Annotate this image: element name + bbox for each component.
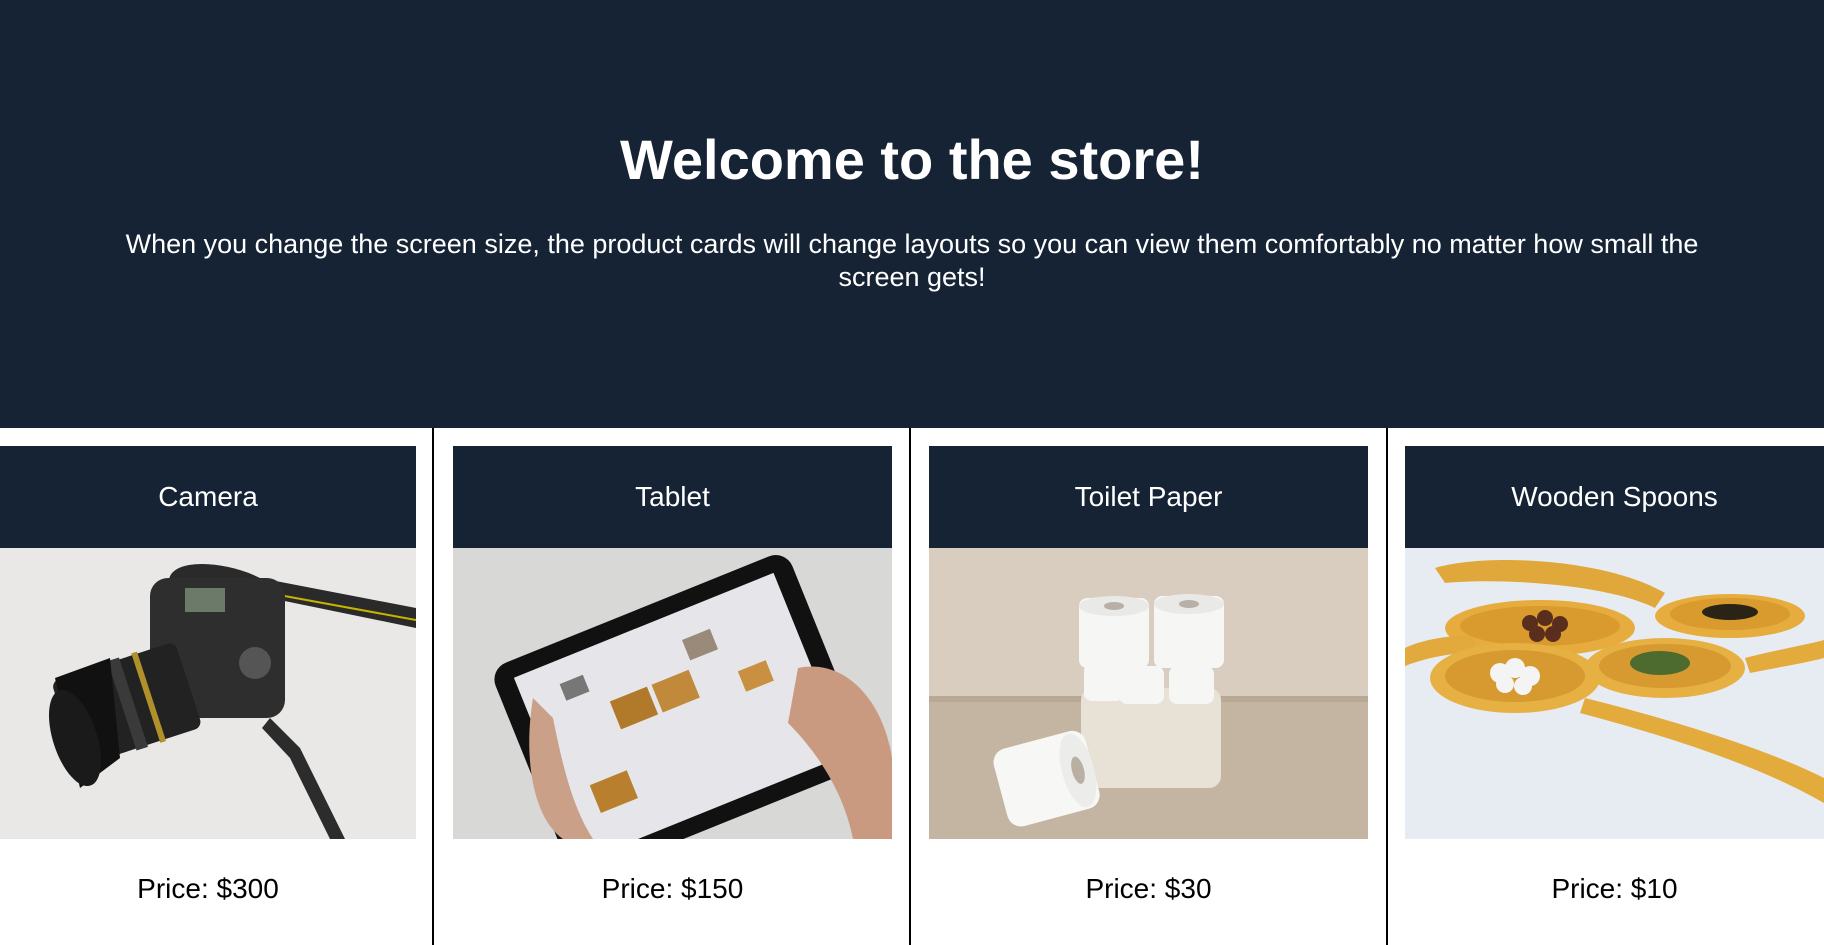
wooden-spoons-image [1405, 548, 1824, 839]
product-name: Toilet Paper [929, 446, 1368, 548]
card-divider [432, 428, 434, 945]
page-subtitle: When you change the screen size, the pro… [125, 229, 1699, 292]
product-name: Tablet [453, 446, 892, 548]
product-price: Price: $30 [1085, 873, 1212, 904]
product-card-tablet[interactable]: Tablet Price: $150 [453, 446, 892, 905]
tablet-image [453, 548, 892, 839]
product-grid: Camera Price: $300 Tablet Price: $150 To… [0, 428, 1824, 945]
product-name: Wooden Spoons [1405, 446, 1824, 548]
card-divider [1386, 428, 1388, 945]
product-price: Price: $150 [601, 873, 744, 904]
product-name: Camera [0, 446, 416, 548]
product-card-camera[interactable]: Camera Price: $300 [0, 446, 416, 905]
product-price: Price: $10 [1551, 873, 1678, 904]
card-divider [909, 428, 911, 945]
hero-banner: Welcome to the store! When you change th… [0, 0, 1824, 428]
page-title: Welcome to the store! [620, 128, 1204, 191]
toilet-paper-image [929, 548, 1368, 839]
product-price: Price: $300 [137, 873, 279, 904]
product-card-wooden-spoons[interactable]: Wooden Spoons Price: $10 [1405, 446, 1824, 905]
product-card-toilet-paper[interactable]: Toilet Paper Price: $30 [929, 446, 1368, 905]
camera-image [0, 548, 416, 839]
